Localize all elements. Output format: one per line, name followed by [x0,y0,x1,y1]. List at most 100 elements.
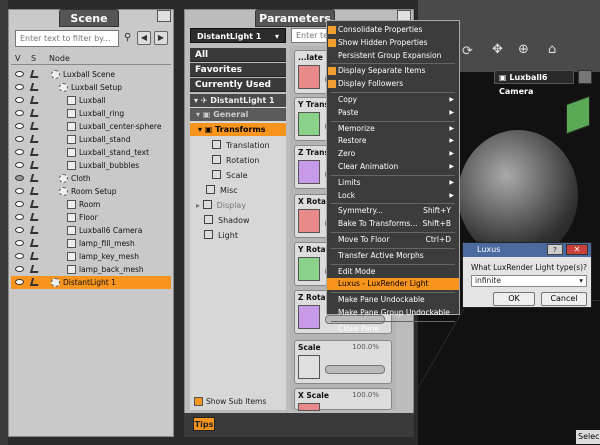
tree-general[interactable]: ▾ ▣ General [190,108,286,121]
scene-tab[interactable]: Scene [59,9,119,27]
menu-item[interactable]: Luxus - LuxRender Light [327,278,459,291]
property-slider[interactable] [325,365,385,374]
tree-rotation[interactable]: Rotation [212,154,259,167]
menu-item[interactable]: Make Pane Undockable [327,294,459,306]
eye-icon[interactable] [15,110,24,116]
menu-item[interactable]: Make Pane Group Undockable [327,307,459,319]
menu-item[interactable]: Memorize ▶ [327,123,459,135]
selectable-icon[interactable] [29,148,41,156]
selectable-icon[interactable] [29,174,41,182]
scene-row[interactable]: Luxball [11,94,171,107]
tree-shadow[interactable]: Shadow [204,214,250,227]
node-dropdown[interactable]: DistantLight 1 ▾ [190,28,286,43]
pan-camera-icon[interactable]: ✥ [492,42,508,58]
property-icon[interactable] [298,65,320,89]
scene-row[interactable]: lamp_back_mesh [11,263,171,276]
scene-row[interactable]: Room Setup [11,185,171,198]
show-sub-items-checkbox[interactable] [194,397,203,406]
eye-icon[interactable] [15,279,24,285]
view-menu-icon[interactable] [578,70,592,84]
prev-arrow-icon[interactable]: ◀ [137,31,151,45]
property-icon[interactable] [298,112,320,136]
menu-item[interactable]: Move To Floor Ctrl+D [327,234,459,246]
property-icon[interactable] [298,160,320,184]
scene-filter-input[interactable] [15,30,119,47]
scene-row[interactable]: Luxball Setup [11,81,171,94]
tree-display[interactable]: ▸ Display [196,199,246,212]
search-icon[interactable]: ⚲ [124,32,136,44]
eye-icon[interactable] [15,162,24,168]
eye-icon[interactable] [15,188,24,194]
scene-row[interactable]: Luxball_center-sphere [11,120,171,133]
column-v[interactable]: V [15,54,20,63]
tree-light[interactable]: Light [204,229,238,242]
scene-row[interactable]: Luxball_stand [11,133,171,146]
menu-item[interactable]: Lock ▶ [327,190,459,202]
eye-icon[interactable] [15,201,24,207]
next-arrow-icon[interactable]: ▶ [154,31,168,45]
eye-icon[interactable] [15,214,24,220]
zoom-camera-icon[interactable]: ⊕ [518,42,534,58]
eye-icon[interactable] [15,136,24,142]
menu-item[interactable]: Limits ▶ [327,177,459,189]
eye-icon[interactable] [15,71,24,77]
menu-item[interactable]: Persistent Group Expansion [327,50,459,62]
scene-row[interactable]: Cloth [11,172,171,185]
property-icon[interactable] [298,305,320,329]
property-icon[interactable] [298,355,320,379]
view-cube[interactable] [566,95,590,135]
hidden-eye-icon[interactable] [15,175,24,181]
scene-row[interactable]: Luxball_stand_text [11,146,171,159]
scene-row[interactable]: Luxball_bubbles [11,159,171,172]
frame-camera-icon[interactable]: ⌂ [548,42,566,58]
eye-icon[interactable] [15,123,24,129]
menu-item[interactable]: Restore ▶ [327,135,459,147]
pane-menu-icon[interactable] [157,10,171,22]
menu-item[interactable]: Zero ▶ [327,148,459,160]
selectable-icon[interactable] [29,96,41,104]
light-type-select[interactable]: infinite ▾ [471,275,587,287]
column-node[interactable]: Node [49,54,70,63]
menu-item[interactable]: Close Pane [327,323,459,335]
params-filter-input[interactable] [291,28,331,43]
help-button[interactable]: ? [547,244,563,255]
property-value[interactable]: 100.0% [352,391,379,399]
eye-icon[interactable] [15,84,24,90]
menu-item[interactable]: Paste ▶ [327,107,459,119]
menu-item[interactable]: Show Hidden Properties [327,37,459,49]
menu-item[interactable]: Copy ▶ [327,94,459,106]
category-all[interactable]: All [190,48,286,62]
eye-icon[interactable] [15,149,24,155]
camera-dropdown[interactable]: ▣ Luxball6 Camera [494,70,574,96]
scene-row[interactable]: Luxball6 Camera [11,224,171,237]
tree-transforms[interactable]: ▾ ▣ Transforms [190,123,286,136]
property-card[interactable]: X Scale 100.0% [294,388,392,411]
parameters-tab[interactable]: Parameters [255,9,335,27]
selectable-icon[interactable] [29,70,41,78]
selectable-icon[interactable] [29,122,41,130]
eye-icon[interactable] [15,240,24,246]
scene-row[interactable]: lamp_fill_mesh [11,237,171,250]
eye-icon[interactable] [15,97,24,103]
tree-scale[interactable]: Scale [212,169,248,182]
tree-misc[interactable]: Misc [206,184,238,197]
selectable-icon[interactable] [29,226,41,234]
selectable-icon[interactable] [29,265,41,273]
selectable-icon[interactable] [29,187,41,195]
scene-row[interactable]: lamp_key_mesh [11,250,171,263]
menu-item[interactable]: Display Separate Items [327,65,459,77]
selectable-icon[interactable] [29,83,41,91]
category-currently-used[interactable]: Currently Used [190,78,286,92]
menu-item[interactable]: Clear Animation ▶ [327,161,459,173]
selectable-icon[interactable] [29,239,41,247]
selectable-icon[interactable] [29,213,41,221]
rotate-camera-icon[interactable]: ⟳ [462,44,478,60]
select-tool[interactable]: Selec [576,430,600,444]
column-s[interactable]: S [31,54,36,63]
property-value[interactable]: 100.0% [352,343,379,351]
menu-item[interactable]: Display Followers [327,78,459,90]
property-card[interactable]: Scale 100.0% [294,340,392,384]
property-icon[interactable] [298,209,320,233]
property-icon[interactable] [298,257,320,281]
close-icon[interactable]: ✕ [566,244,588,255]
